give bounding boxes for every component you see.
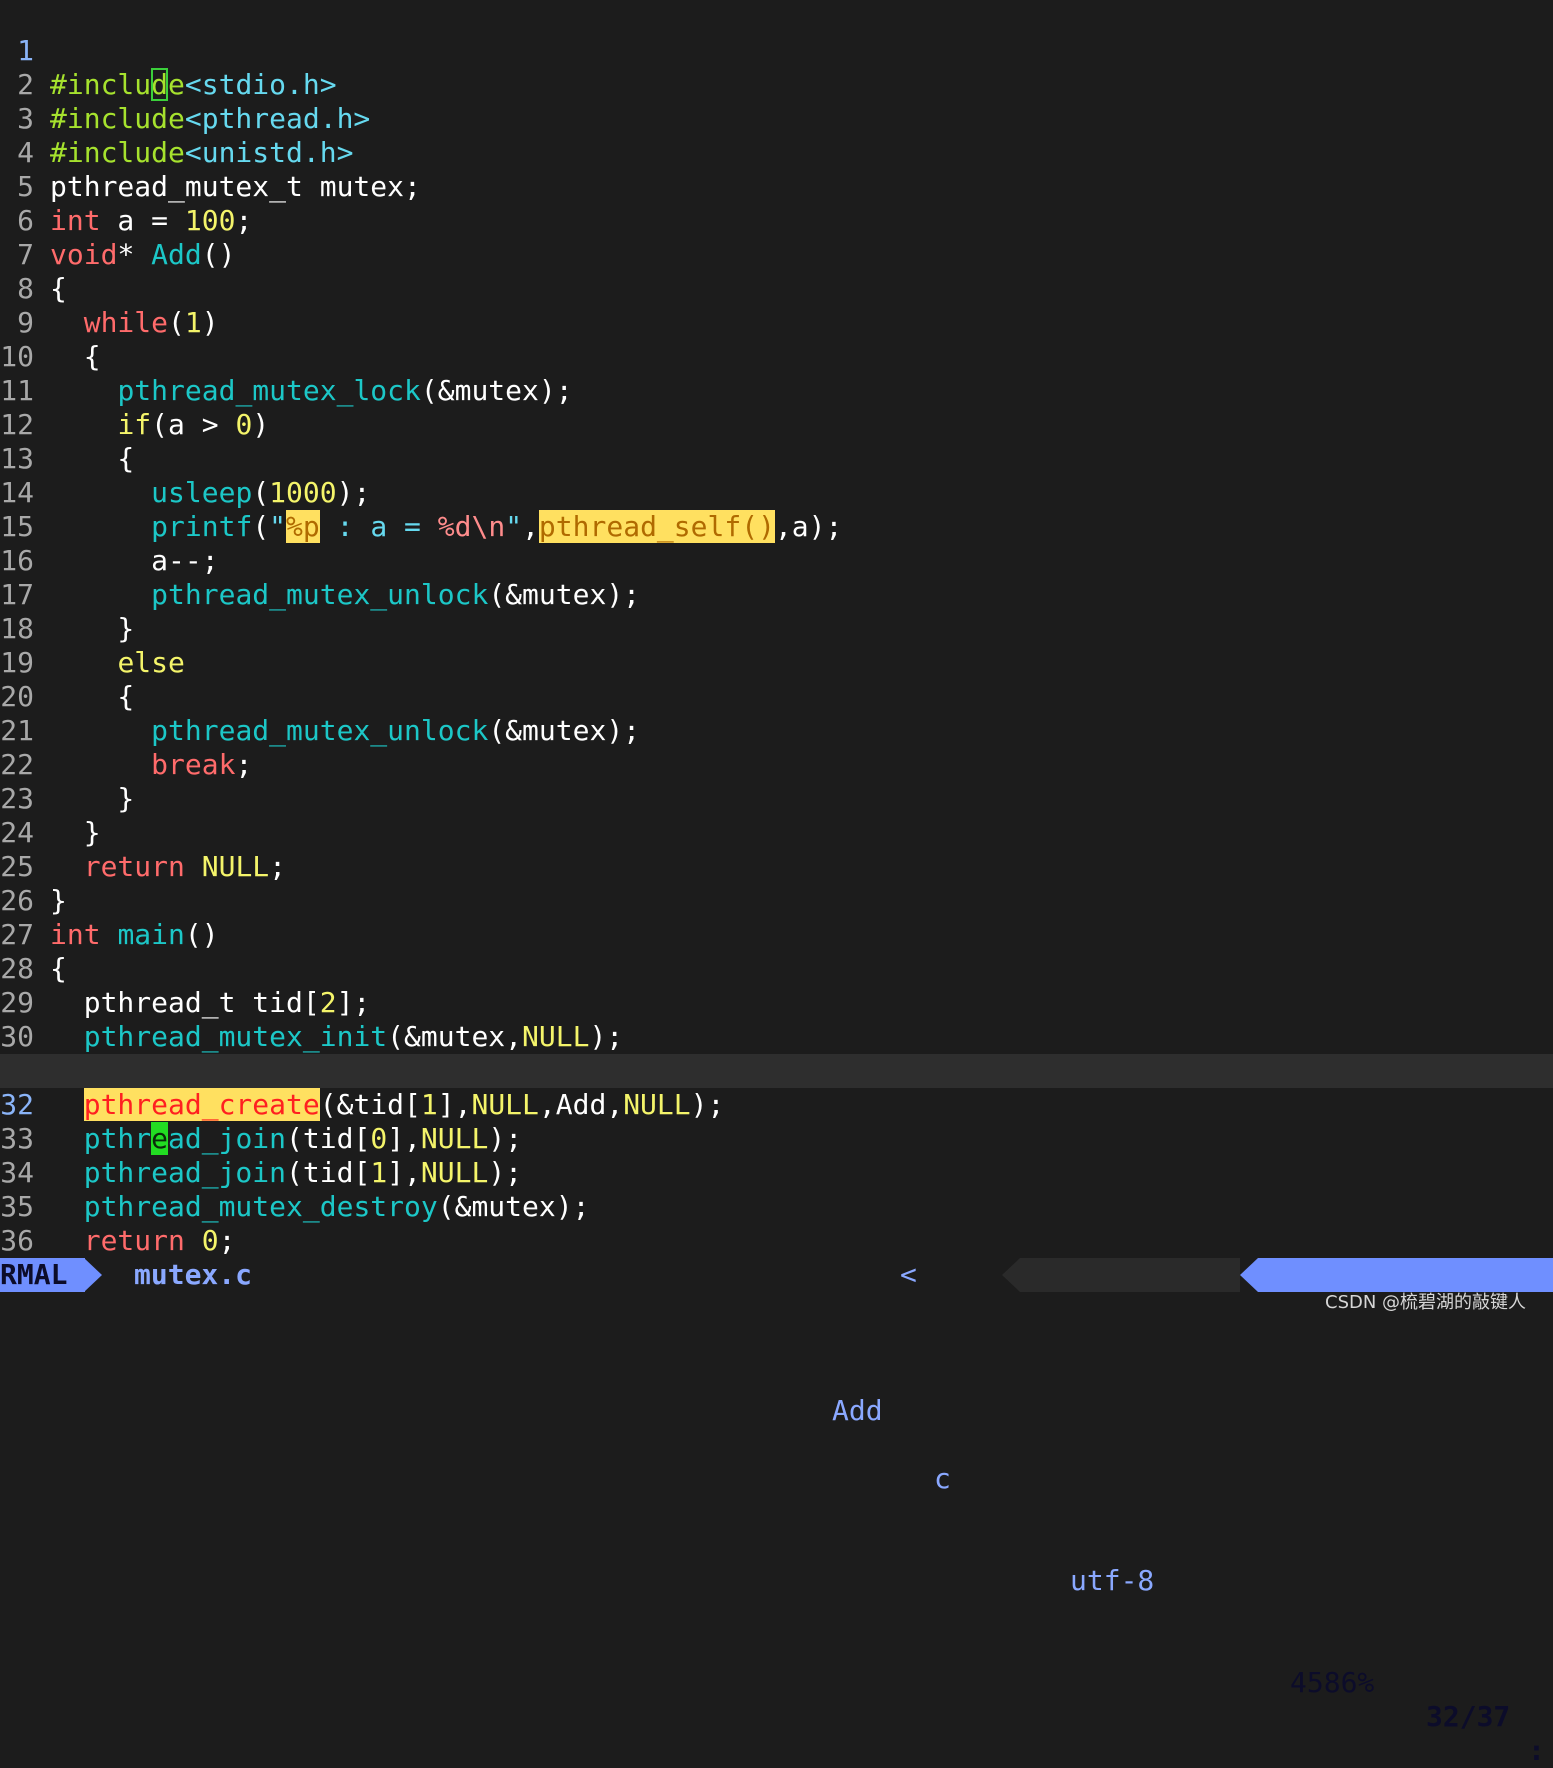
status-percent: 4586% bbox=[1290, 1666, 1375, 1699]
code-line[interactable]: 2 #include<pthread.h> bbox=[0, 34, 1553, 135]
watermark: CSDN @梳碧湖的敲键人 bbox=[1325, 1292, 1527, 1313]
status-line-col: 32/37 bbox=[1426, 1700, 1511, 1733]
code-line[interactable]: 34 pthread_mutex_destroy(&mutex); bbox=[0, 1122, 1553, 1223]
code-line[interactable]: 35 return 0; bbox=[0, 1156, 1553, 1257]
code-line[interactable]: 23 } bbox=[0, 748, 1553, 849]
status-encoding: utf-8 bbox=[1070, 1564, 1155, 1597]
code-line[interactable]: 26 int main() bbox=[0, 850, 1553, 951]
status-filename: mutex.c bbox=[134, 1258, 253, 1291]
code-line[interactable]: 13 usleep(1000); bbox=[0, 408, 1553, 509]
encoding-segment bbox=[1020, 1258, 1240, 1292]
code-line[interactable]: 4 pthread_mutex_t mutex; bbox=[0, 102, 1553, 203]
code-line[interactable]: 7 { bbox=[0, 204, 1553, 305]
mode-indicator: RMAL bbox=[0, 1258, 86, 1292]
code-line[interactable]: 27 { bbox=[0, 884, 1553, 985]
code-line[interactable]: 20 pthread_mutex_unlock(&mutex); bbox=[0, 646, 1553, 747]
code-line[interactable]: 17 } bbox=[0, 544, 1553, 645]
code-line[interactable]: 9 { bbox=[0, 272, 1553, 373]
code-line[interactable]: 24 return NULL; bbox=[0, 782, 1553, 883]
powerline-arrow-icon bbox=[84, 1258, 102, 1292]
code-line[interactable]: 22 } bbox=[0, 714, 1553, 815]
code-line[interactable]: 36 } bbox=[0, 1190, 1553, 1291]
chevron-left-icon: < bbox=[900, 1258, 917, 1291]
code-line[interactable]: 11 if(a > 0) bbox=[0, 340, 1553, 441]
code-line[interactable]: 15 a--; bbox=[0, 476, 1553, 577]
code-line[interactable]: 19 { bbox=[0, 612, 1553, 713]
status-line: RMAL mutex.c Add < c utf-8 4586% 32/37 : bbox=[0, 1258, 1553, 1767]
code-line[interactable]: 25 } bbox=[0, 816, 1553, 917]
code-line[interactable]: 10 pthread_mutex_lock(&mutex); bbox=[0, 306, 1553, 407]
code-line[interactable]: 5 int a = 100; bbox=[0, 136, 1553, 237]
code-line[interactable]: 31 pthread_create(&tid[1],NULL,Add,NULL)… bbox=[0, 1020, 1553, 1121]
code-line[interactable]: 33 pthread_join(tid[1],NULL); bbox=[0, 1088, 1553, 1189]
code-line[interactable]: 3 #include<unistd.h> bbox=[0, 68, 1553, 169]
code-line[interactable]: 18 else bbox=[0, 578, 1553, 679]
code-line[interactable]: 1 #include<stdio.h> bbox=[0, 0, 1553, 101]
code-line[interactable]: 28 pthread_t tid[2]; bbox=[0, 918, 1553, 1019]
powerline-arrow-icon bbox=[1002, 1258, 1020, 1292]
code-line[interactable]: 12 { bbox=[0, 374, 1553, 475]
code-editor[interactable]: 1 #include<stdio.h> 2 #include<pthread.h… bbox=[0, 0, 1553, 1291]
code-line[interactable]: 29 pthread_mutex_init(&mutex,NULL); bbox=[0, 952, 1553, 1053]
code-line[interactable]: 16 pthread_mutex_unlock(&mutex); bbox=[0, 510, 1553, 611]
code-line[interactable]: 14 printf("%p : a = %d\n",pthread_self()… bbox=[0, 442, 1553, 543]
position-segment bbox=[1258, 1258, 1553, 1292]
status-function: Add bbox=[832, 1394, 883, 1427]
code-line[interactable]: 30 pthread_create(&tid[0],NULL,Add,NULL)… bbox=[0, 986, 1553, 1087]
code-line[interactable]: 21 break; bbox=[0, 680, 1553, 781]
code-line[interactable]: 8 while(1) bbox=[0, 238, 1553, 339]
code-line[interactable]: 37 bbox=[0, 1224, 1553, 1291]
code-line[interactable]: 6 void* Add() bbox=[0, 170, 1553, 271]
current-code-line[interactable]: 32 pthread_join(tid[0],NULL); bbox=[0, 1054, 1553, 1155]
status-trail: : bbox=[1528, 1734, 1545, 1767]
powerline-arrow-icon bbox=[1240, 1258, 1258, 1292]
status-filetype: c bbox=[934, 1462, 951, 1495]
